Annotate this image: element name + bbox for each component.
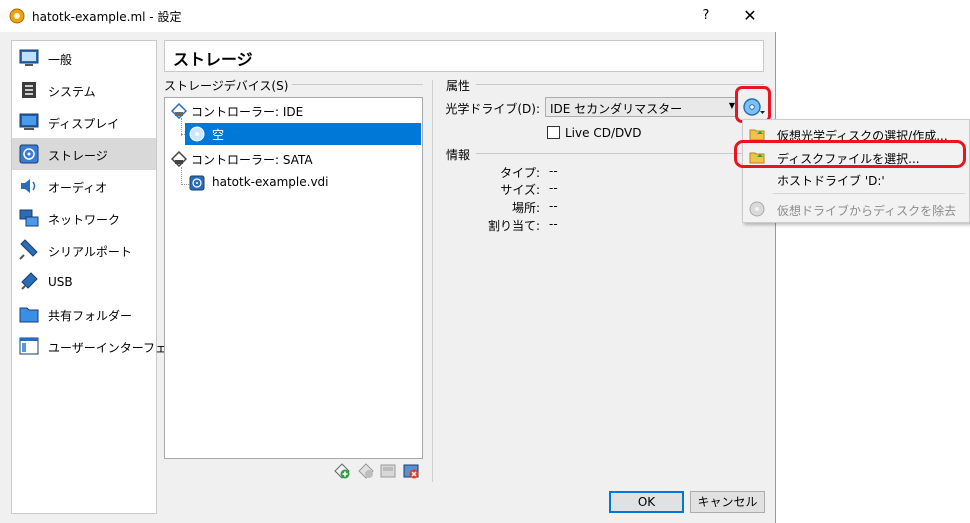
add-controller-icon[interactable]: [334, 463, 350, 479]
page-title: ストレージ: [173, 50, 253, 69]
tree-item-sata-disk[interactable]: hatotk-example.vdi: [185, 172, 421, 194]
attributes-section-label: 属性: [446, 77, 475, 94]
nav-item-user-interface[interactable]: ユーザーインターフェース: [12, 330, 190, 362]
serial-port-icon: [19, 239, 38, 260]
help-button[interactable]: ?: [686, 4, 726, 28]
system-icon: [22, 82, 36, 98]
nav-item-general[interactable]: 一般: [12, 42, 156, 74]
menu-separator: [773, 193, 965, 194]
live-cd-label: Live CD/DVD: [565, 126, 642, 140]
optical-drive-label: 光学ドライブ(D):: [445, 102, 540, 116]
close-button[interactable]: ✕: [730, 4, 770, 28]
nav-item-serial-port[interactable]: シリアルポート: [12, 234, 156, 266]
tree-item-controller-ide[interactable]: コントローラー: IDE: [167, 100, 420, 122]
info-divider: [476, 153, 764, 154]
optical-drive-select[interactable]: IDE セカンダリマスター ▼: [545, 97, 738, 117]
menu-item-remove-disk[interactable]: 仮想ドライブからディスクを除去: [743, 197, 969, 221]
menu-item-host-drive[interactable]: ホストドライブ 'D:': [743, 167, 969, 191]
usb-icon: [21, 272, 38, 290]
info-type-label: タイプ:: [499, 166, 540, 180]
live-cd-checkbox[interactable]: [547, 126, 560, 139]
audio-icon: [21, 179, 36, 193]
display-icon: [19, 113, 39, 130]
info-location-label: 場所:: [511, 201, 540, 215]
title-bar: hatotk-example.ml - 設定 ? ✕: [0, 0, 776, 32]
cancel-button[interactable]: キャンセル: [690, 491, 765, 513]
page-title-box: ストレージ: [164, 40, 764, 72]
nav-item-audio[interactable]: オーディオ: [12, 170, 156, 202]
panel-separator: [432, 80, 433, 482]
user-interface-icon: [19, 337, 39, 355]
tree-item-ide-empty[interactable]: 空: [185, 123, 421, 145]
optical-drive-value: IDE セカンダリマスター: [550, 102, 683, 116]
info-section-label: 情報: [446, 146, 475, 163]
settings-nav: 一般 システム ディスプレイ ストレージ オーディオ ネットワーク シリアルポー…: [11, 40, 190, 514]
controller-sata-icon: [171, 151, 187, 167]
optical-disc-icon: [189, 126, 205, 142]
tree-item-controller-sata[interactable]: コントローラー: SATA: [167, 148, 420, 170]
info-location-value: --: [549, 199, 558, 213]
remove-controller-icon[interactable]: [358, 463, 374, 479]
nav-item-storage[interactable]: ストレージ: [12, 138, 156, 170]
eject-disk-icon: [749, 201, 765, 217]
info-size-value: --: [549, 181, 558, 195]
remove-attachment-icon[interactable]: [403, 463, 419, 479]
add-attachment-icon[interactable]: [380, 463, 396, 479]
disk-button-highlight: [735, 86, 771, 123]
info-attached-value: --: [549, 217, 558, 231]
info-size-label: サイズ:: [500, 183, 540, 197]
nav-item-shared-folder[interactable]: 共有フォルダー: [12, 298, 156, 330]
info-attached-label: 割り当て:: [487, 219, 540, 233]
info-type-value: --: [549, 164, 558, 178]
general-icon: [19, 49, 39, 66]
virtualbox-app-icon: [9, 8, 25, 24]
disk-file-highlight: [734, 140, 966, 168]
settings-dialog: hatotk-example.ml - 設定 ? ✕ 一般 システム ディスプレ…: [0, 0, 776, 523]
nav-item-display[interactable]: ディスプレイ: [12, 106, 156, 138]
ok-button[interactable]: OK: [609, 491, 684, 513]
network-icon: [19, 209, 39, 227]
nav-item-system[interactable]: システム: [12, 74, 156, 106]
storage-icon: [19, 144, 39, 164]
attributes-divider: [476, 84, 764, 85]
nav-item-usb[interactable]: USB: [12, 266, 156, 298]
devices-divider: [270, 84, 423, 85]
window-title: hatotk-example.ml - 設定: [32, 10, 182, 24]
nav-item-network[interactable]: ネットワーク: [12, 202, 156, 234]
hard-disk-icon: [189, 175, 205, 191]
disk-popup-menu: 仮想光学ディスクの選択/作成... ディスクファイルを選択... ホストドライブ…: [742, 119, 970, 223]
devices-section-label: ストレージデバイス(S): [164, 77, 293, 94]
storage-tree[interactable]: コントローラー: IDE 空 コントローラー: SATA hatotk-exam…: [164, 97, 423, 459]
shared-folder-icon: [19, 307, 39, 323]
controller-ide-icon: [171, 103, 187, 119]
